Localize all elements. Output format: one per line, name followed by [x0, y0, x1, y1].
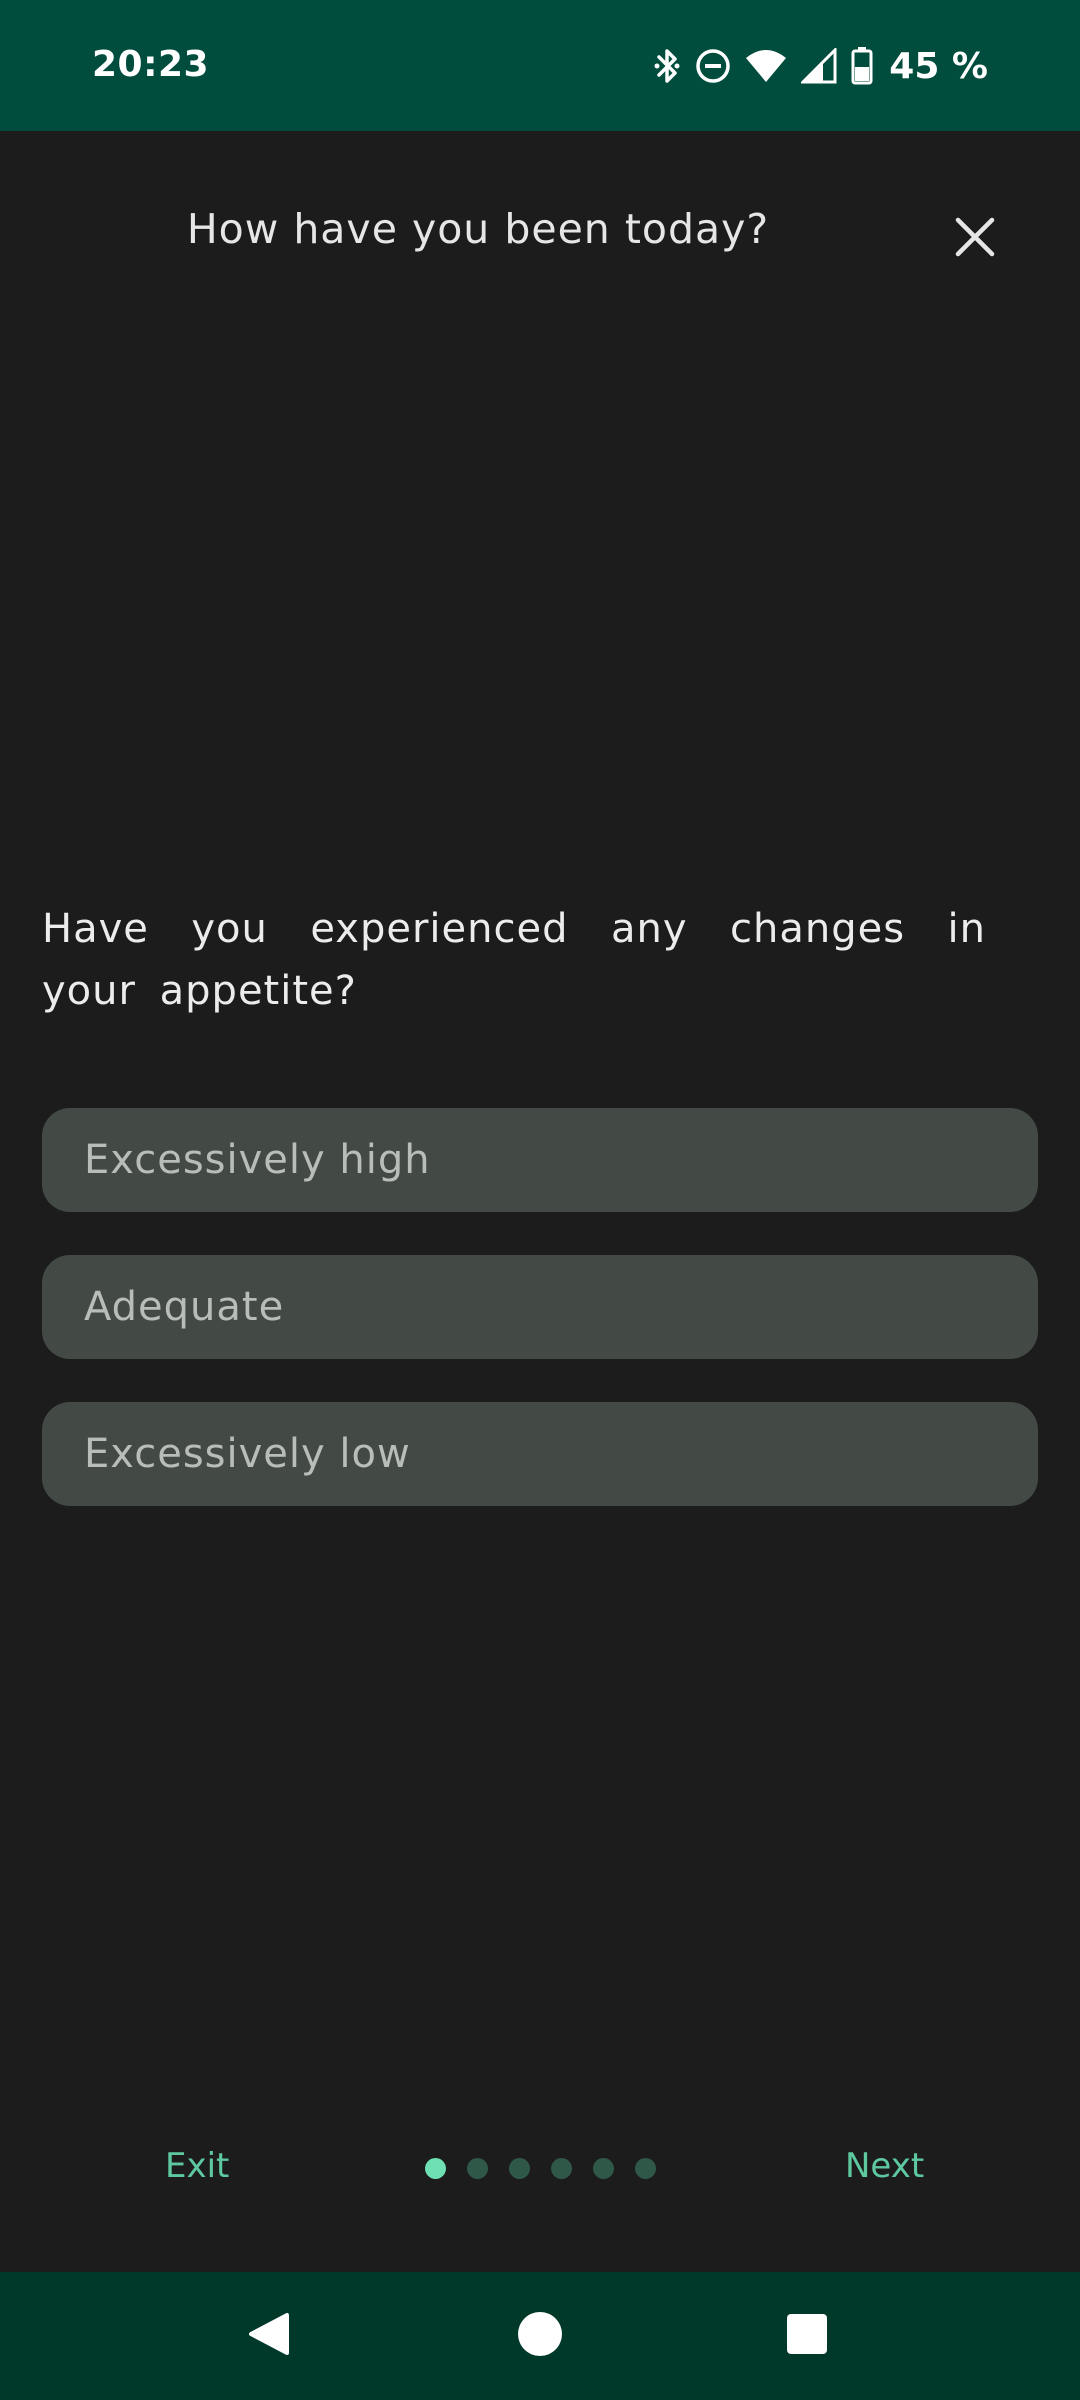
bluetooth-icon [653, 46, 681, 86]
option-label: Excessively high [84, 1137, 431, 1183]
battery-percentage: 45 % [889, 45, 988, 87]
home-button[interactable] [512, 2308, 568, 2364]
option-excessively-high[interactable]: Excessively high [42, 1108, 1038, 1212]
battery-icon [851, 47, 873, 85]
close-icon [955, 217, 995, 261]
pagination-dots [425, 2158, 656, 2179]
back-icon [247, 2311, 293, 2361]
option-label: Excessively low [84, 1431, 411, 1477]
status-time: 20:23 [92, 44, 210, 85]
pagination-dot [593, 2158, 614, 2179]
status-bar: 20:23 45 % [0, 0, 1080, 131]
navigation-bar [0, 2272, 1080, 2400]
wifi-icon [745, 49, 787, 83]
option-label: Adequate [84, 1284, 285, 1330]
do-not-disturb-icon [695, 48, 731, 84]
cellular-signal-icon [801, 48, 837, 84]
back-button[interactable] [242, 2308, 298, 2364]
option-excessively-low[interactable]: Excessively low [42, 1402, 1038, 1506]
close-button[interactable] [947, 211, 1003, 267]
pagination-dot [467, 2158, 488, 2179]
next-button[interactable]: Next [845, 2146, 924, 2186]
exit-button[interactable]: Exit [165, 2146, 229, 2186]
question-text: Have you experienced any changes in your… [42, 906, 986, 1014]
pagination-dot [635, 2158, 656, 2179]
status-icons: 45 % [653, 44, 988, 88]
pagination-dot [551, 2158, 572, 2179]
pagination-dot [509, 2158, 530, 2179]
option-adequate[interactable]: Adequate [42, 1255, 1038, 1359]
recents-button[interactable] [779, 2308, 835, 2364]
home-icon [517, 2311, 563, 2361]
recents-icon [786, 2313, 828, 2359]
page-title: How have you been today? [186, 205, 770, 253]
pagination-dot-active [425, 2158, 446, 2179]
